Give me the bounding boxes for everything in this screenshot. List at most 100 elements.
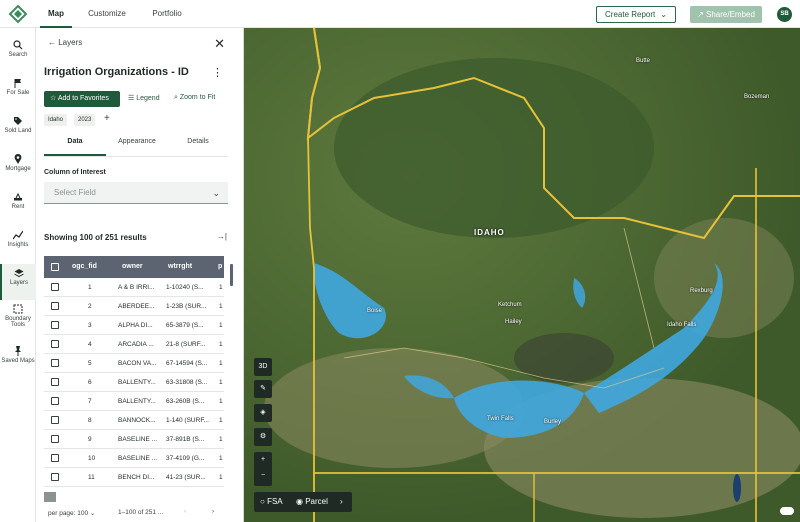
city-label: Ketchum — [498, 302, 522, 308]
row-checkbox[interactable] — [51, 397, 59, 405]
tab-data[interactable]: Data — [44, 132, 106, 156]
rail-label: Insights — [7, 242, 29, 248]
column-header[interactable]: p — [218, 256, 222, 278]
table-row[interactable]: 2 ABERDEE... 1-23B (SUR... 1 — [44, 297, 224, 316]
table-row[interactable]: 1 A & B IRRI... 1-10240 (S... 1 — [44, 278, 224, 297]
table-row[interactable]: 10 BASELINE ... 37-4109 (G... 1 — [44, 449, 224, 468]
zoom-to-fit-button[interactable]: ⌕ Zoom to Fit — [174, 94, 215, 102]
more-options-icon[interactable]: ⋮ — [212, 66, 223, 79]
rail-item-for-sale[interactable]: For Sale — [0, 74, 36, 110]
city-label: Burley — [544, 419, 562, 425]
row-checkbox[interactable] — [51, 454, 59, 462]
table-row[interactable]: 7 BALLENTY... 63-260B (S... 1 — [44, 392, 224, 411]
tab-details[interactable]: Details — [168, 132, 228, 156]
row-checkbox[interactable] — [51, 416, 59, 424]
rail-item-sold-land[interactable]: Sold Land — [0, 112, 36, 148]
3d-toggle-button[interactable]: 3D — [254, 358, 272, 376]
table-row[interactable]: 8 BANNOCK... 1-140 (SURF... 1 — [44, 411, 224, 430]
table-row[interactable]: 6 BALLENTY... 63-31808 (S... 1 — [44, 373, 224, 392]
layers-icon[interactable]: ◈ — [254, 404, 272, 422]
cell-p: 1 — [219, 398, 223, 405]
column-header[interactable]: wtrrght — [168, 256, 192, 278]
rail-label: Sold Land — [4, 128, 32, 134]
next-page-icon[interactable]: › — [212, 508, 214, 515]
create-report-button[interactable]: Create Report ⌄ — [596, 6, 676, 23]
cell-wtrrght: 41-23 (SUR... — [166, 474, 206, 481]
column-select[interactable]: Select Field ⌄ — [44, 182, 228, 204]
fsa-radio[interactable]: ○ FSA — [260, 492, 283, 512]
gear-icon[interactable]: ⚙ — [254, 428, 272, 446]
rail-label: Rent — [11, 204, 25, 210]
zoom-to-fit-label: Zoom to Fit — [179, 94, 216, 101]
collapse-panel-icon[interactable]: →| — [217, 232, 227, 241]
rail-item-saved-maps[interactable]: Saved Maps — [0, 342, 36, 382]
avatar[interactable]: SB — [777, 7, 792, 22]
table-header: ogc_fid owner wtrrght p — [44, 256, 224, 278]
row-checkbox[interactable] — [51, 302, 59, 310]
rail-label: For Sale — [6, 90, 30, 96]
cell-wtrrght: 63-260B (S... — [166, 398, 205, 405]
city-label: Idaho Falls — [667, 322, 697, 328]
rail-item-rent[interactable]: Rent — [0, 188, 36, 224]
column-header[interactable]: owner — [122, 256, 143, 278]
chip-state[interactable]: Idaho — [44, 114, 68, 126]
prev-page-icon[interactable]: ‹ — [184, 508, 186, 515]
horizontal-scrollbar[interactable] — [44, 492, 56, 502]
map-toggle[interactable] — [780, 507, 794, 515]
zoom-controls: + − — [254, 452, 272, 486]
share-embed-button[interactable]: ↗ Share/Embed — [690, 6, 762, 23]
pencil-icon[interactable]: ✎ — [254, 380, 272, 398]
zoom-in-button[interactable]: + — [254, 452, 272, 468]
row-checkbox[interactable] — [51, 473, 59, 481]
add-to-favorites-button[interactable]: ☆ Add to Favorites — [44, 91, 120, 107]
rail-label: Layers — [9, 280, 28, 286]
row-checkbox[interactable] — [51, 359, 59, 367]
map-canvas — [244, 28, 800, 522]
table-scrollbar[interactable] — [230, 264, 233, 286]
row-checkbox[interactable] — [51, 340, 59, 348]
table-row[interactable]: 4 ARCADIA ... 21-8 (SURF... 1 — [44, 335, 224, 354]
pin-icon — [14, 154, 22, 164]
tab-customize[interactable]: Customize — [84, 0, 130, 28]
rail-item-search[interactable]: Search — [0, 36, 36, 72]
tab-appearance[interactable]: Appearance — [106, 132, 168, 156]
map-view[interactable]: Butte Bozeman Boise Ketchum Hailey Twin … — [244, 28, 800, 522]
cell-ogc-fid: 5 — [88, 360, 92, 367]
cell-ogc-fid: 7 — [88, 398, 92, 405]
rail-item-mortgage[interactable]: Mortgage — [0, 150, 36, 186]
tab-portfolio[interactable]: Portfolio — [144, 0, 190, 28]
rail-item-insights[interactable]: Insights — [0, 226, 36, 262]
city-label: Twin Falls — [487, 416, 514, 422]
cell-p: 1 — [219, 360, 223, 367]
row-checkbox[interactable] — [51, 435, 59, 443]
rail-item-layers[interactable]: Layers — [0, 264, 36, 300]
close-icon[interactable]: ✕ — [214, 36, 225, 52]
column-header[interactable]: ogc_fid — [72, 256, 97, 278]
row-checkbox[interactable] — [51, 321, 59, 329]
rail-label: Search — [8, 52, 28, 58]
arrow-left-icon: ← — [48, 38, 59, 47]
rail-item-boundary-tools[interactable]: Boundary Tools — [0, 300, 36, 340]
add-filter-icon[interactable]: + — [104, 113, 110, 124]
table-row[interactable]: 9 BASELINE ... 37-891B (S... 1 — [44, 430, 224, 449]
back-to-layers-link[interactable]: ← Layers — [48, 38, 82, 47]
chevron-right-icon[interactable]: › — [340, 492, 343, 512]
row-checkbox[interactable] — [51, 378, 59, 386]
row-checkbox[interactable] — [51, 283, 59, 291]
cell-wtrrght: 67-14594 (S... — [166, 360, 208, 367]
table-row[interactable]: 5 BACON VA... 67-14594 (S... 1 — [44, 354, 224, 373]
table-row[interactable]: 3 ALPHA DI... 65-3879 (S... 1 — [44, 316, 224, 335]
select-all-checkbox[interactable] — [51, 263, 59, 271]
parcel-radio[interactable]: ◉ Parcel — [296, 492, 328, 512]
city-label: Hailey — [505, 319, 522, 325]
per-page-select[interactable]: per page: 100 ⌄ — [48, 509, 95, 517]
legend-button[interactable]: ☰ Legend — [128, 94, 160, 102]
tab-map[interactable]: Map — [40, 0, 72, 28]
cell-owner: ARCADIA ... — [118, 341, 154, 348]
data-table: ogc_fid owner wtrrght p 1 A & B IRRI... 1-… — [44, 256, 224, 502]
app-logo[interactable] — [8, 4, 28, 24]
chip-year[interactable]: 2023 — [74, 114, 96, 126]
zoom-out-button[interactable]: − — [254, 468, 272, 484]
table-row[interactable]: 11 BENCH DI... 41-23 (SUR... 1 — [44, 468, 224, 487]
cell-wtrrght: 1-140 (SURF... — [166, 417, 209, 424]
